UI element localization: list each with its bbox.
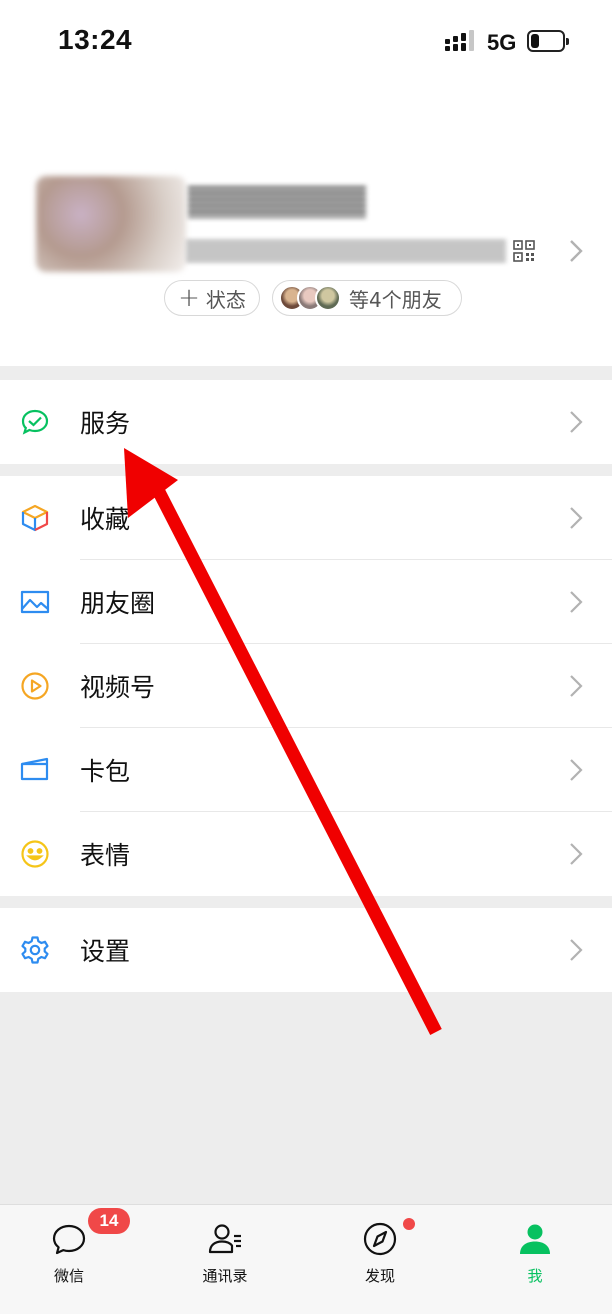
menu-label: 视频号 [80,673,156,702]
friends-status-button[interactable]: 等4个朋友 [272,280,462,316]
tab-label: 我 [527,1267,543,1285]
wechat-id-redacted [186,240,506,262]
menu-item-channels[interactable]: 视频号 [0,644,612,728]
section-services: 服务 [0,380,612,464]
bottom-tab-bar: 14 微信 通讯录 发现 我 [0,1204,612,1314]
add-status-button[interactable]: + 状态 [164,280,260,316]
new-content-dot [403,1218,415,1230]
menu-label: 服务 [80,409,131,438]
tab-label: 发现 [364,1267,395,1285]
cellular-signal-icon [445,30,474,51]
menu-label: 朋友圈 [80,589,156,618]
network-type: 5G [487,30,517,55]
tab-me[interactable]: 我 [480,1205,590,1314]
chevron-right-icon [570,507,583,529]
wallet-card-icon [20,757,49,781]
tab-contacts[interactable]: 通讯录 [170,1205,280,1314]
status-bar: 13:24 5G [0,0,612,84]
menu-label: 收藏 [80,505,131,534]
plus-icon: + [178,283,200,313]
cube-icon [21,504,49,532]
section-tools: 收藏 朋友圈 视频号 卡包 表情 [0,476,612,896]
chevron-right-icon[interactable] [568,238,584,264]
play-circle-icon [21,672,49,700]
menu-label: 设置 [80,937,131,966]
tab-discover[interactable]: 发现 [325,1205,435,1314]
battery-icon [527,30,569,52]
qr-code-icon[interactable] [512,239,536,263]
tab-label: 通讯录 [202,1267,248,1285]
profile-header[interactable]: + 状态 等4个朋友 [0,84,612,366]
avatar[interactable] [36,176,186,272]
image-icon [20,590,50,614]
chat-bubble-icon [52,1224,86,1255]
nickname-redacted [188,186,366,218]
chevron-right-icon [570,759,583,781]
contacts-icon [208,1224,241,1254]
chevron-right-icon [570,939,583,961]
section-settings: 设置 [0,908,612,992]
menu-item-service[interactable]: 服务 [0,380,612,464]
unread-badge: 14 [88,1208,130,1234]
menu-label: 卡包 [80,757,131,786]
chevron-right-icon [570,843,583,865]
menu-item-moments[interactable]: 朋友圈 [0,560,612,644]
menu-item-stickers[interactable]: 表情 [0,812,612,896]
chevron-right-icon [570,675,583,697]
compass-icon [363,1222,397,1256]
gear-icon [21,936,49,964]
menu-item-favorites[interactable]: 收藏 [0,476,612,560]
status-label: 状态 [205,287,246,312]
tab-chats[interactable]: 14 微信 [14,1205,130,1314]
menu-item-settings[interactable]: 设置 [0,908,612,992]
person-icon [520,1224,550,1254]
tab-label: 微信 [53,1267,84,1285]
status-time: 13:24 [58,24,133,55]
friends-label: 等4个朋友 [349,287,442,312]
chevron-right-icon [570,411,583,433]
service-icon [21,409,49,435]
menu-item-cards[interactable]: 卡包 [0,728,612,812]
chevron-right-icon [570,591,583,613]
menu-label: 表情 [80,841,131,870]
smiley-face-icon [21,840,49,868]
friend-avatars [279,285,341,311]
